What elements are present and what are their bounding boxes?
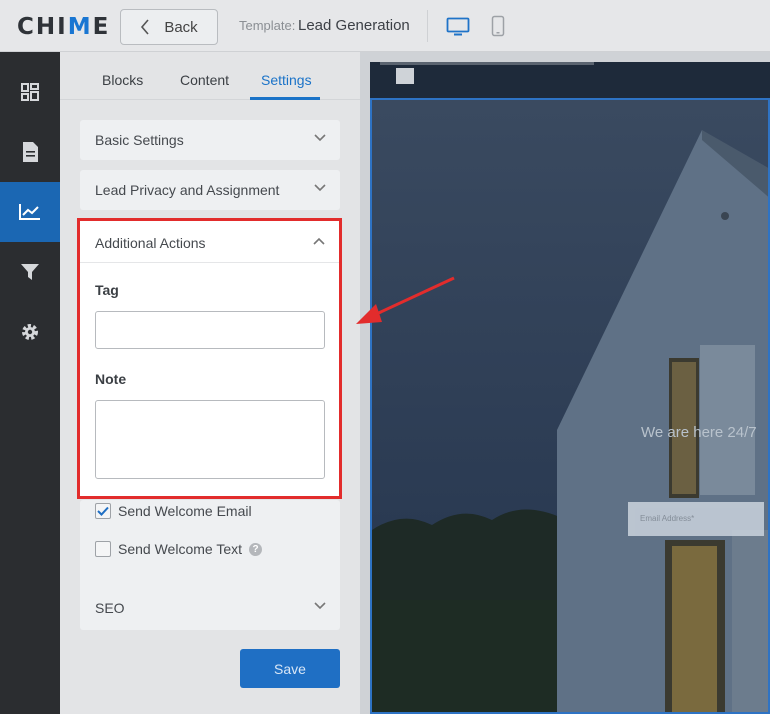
desktop-preview-icon[interactable] — [446, 17, 470, 37]
chevron-down-icon — [314, 184, 326, 192]
nav-item-analytics[interactable] — [0, 182, 60, 242]
tab-settings[interactable]: Settings — [261, 72, 312, 88]
additional-actions-header[interactable]: Additional Actions — [80, 221, 339, 263]
preview-header-bar[interactable] — [370, 62, 770, 98]
chevron-down-icon — [314, 134, 326, 142]
welcome-email-label: Send Welcome Email — [118, 503, 252, 519]
nav-item-dashboard[interactable] — [0, 62, 60, 122]
note-label: Note — [95, 371, 127, 387]
nav-item-filters[interactable] — [0, 242, 60, 302]
mobile-preview-icon[interactable] — [491, 15, 505, 37]
back-button-label: Back — [164, 18, 198, 36]
welcome-text-checkbox[interactable] — [95, 541, 111, 557]
top-bar: CHIME Back Template: Lead Generation — [0, 0, 770, 52]
template-label: Template: — [239, 18, 296, 33]
tag-input[interactable] — [95, 311, 325, 349]
hero-image[interactable] — [370, 98, 770, 714]
tab-content[interactable]: Content — [180, 72, 229, 88]
additional-actions-highlight: Additional Actions Tag Note — [77, 218, 342, 499]
preview-top-line — [380, 62, 594, 65]
checkmark-icon — [97, 506, 109, 516]
lead-privacy-title: Lead Privacy and Assignment — [95, 182, 280, 198]
preview-logo-placeholder — [396, 68, 414, 84]
save-button[interactable]: Save — [240, 649, 340, 688]
chevron-left-icon — [141, 19, 149, 35]
annotation-arrow — [356, 276, 455, 324]
send-welcome-email-row[interactable]: Send Welcome Email — [95, 503, 252, 519]
welcome-email-checkbox[interactable] — [95, 503, 111, 519]
house-photo — [372, 100, 768, 712]
chevron-down-icon — [314, 602, 326, 610]
toolbar-divider — [427, 10, 428, 42]
seo-section[interactable]: SEO — [80, 588, 340, 628]
hero-headline: We are here 24/7 — [641, 424, 757, 441]
gear-icon — [22, 324, 38, 340]
nav-item-settings[interactable] — [0, 302, 60, 362]
note-textarea[interactable] — [95, 400, 325, 479]
back-button[interactable]: Back — [120, 9, 218, 45]
chevron-up-icon — [313, 237, 325, 245]
active-tab-indicator — [250, 97, 320, 100]
chime-logo: CHIME — [17, 14, 111, 40]
basic-settings-section[interactable]: Basic Settings — [80, 120, 340, 160]
panel-tabs: Blocks Content Settings — [60, 52, 360, 100]
seo-title: SEO — [95, 600, 125, 616]
page-preview — [360, 52, 770, 714]
template-name: Lead Generation — [298, 17, 410, 34]
chart-icon — [19, 204, 40, 220]
tag-label: Tag — [95, 282, 119, 298]
tab-blocks[interactable]: Blocks — [102, 72, 143, 88]
welcome-text-label: Send Welcome Text — [118, 541, 242, 557]
additional-actions-title: Additional Actions — [95, 235, 206, 251]
preview-email-input[interactable]: Email Address* — [628, 502, 764, 536]
basic-settings-title: Basic Settings — [95, 132, 184, 148]
document-icon — [23, 142, 38, 162]
send-welcome-text-row[interactable]: Send Welcome Text ? — [95, 541, 262, 557]
nav-item-pages[interactable] — [0, 122, 60, 182]
side-nav — [0, 52, 60, 714]
grid-icon — [21, 83, 39, 101]
help-icon[interactable]: ? — [249, 542, 262, 556]
lead-privacy-section[interactable]: Lead Privacy and Assignment — [80, 170, 340, 210]
filter-icon — [21, 264, 39, 280]
